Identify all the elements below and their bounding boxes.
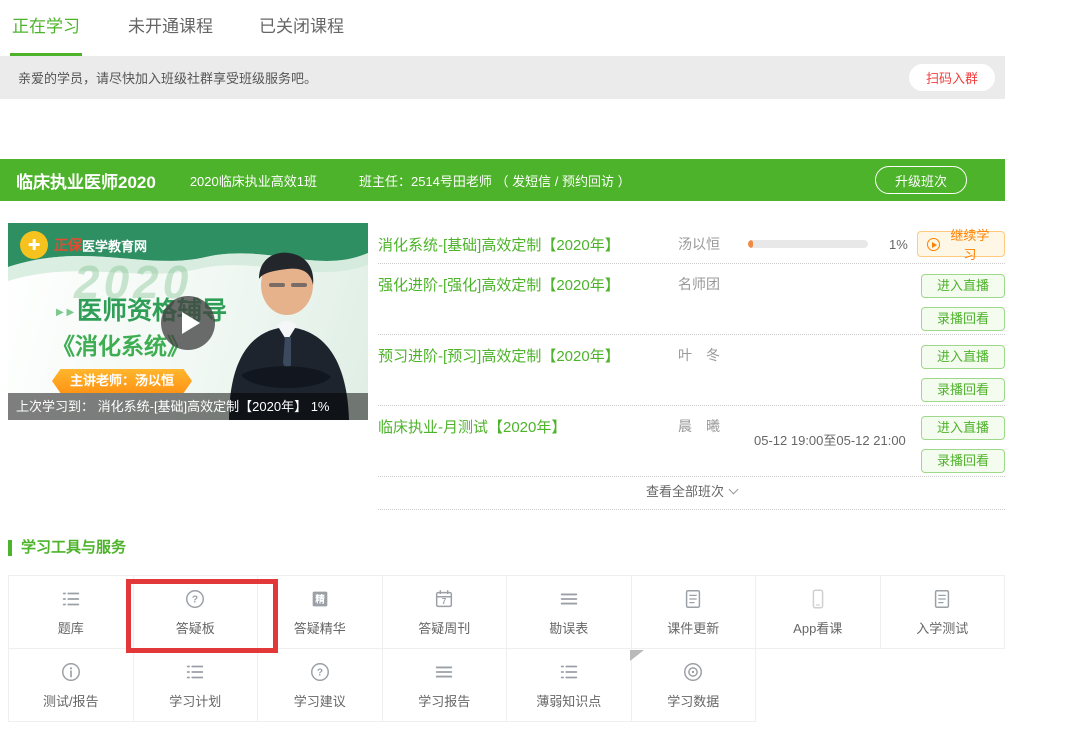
calendar-icon: 7 xyxy=(433,588,455,610)
tool-question-bank[interactable]: 题库 xyxy=(9,576,134,649)
tool-app-viewing[interactable]: App看课 xyxy=(756,576,881,649)
live-time-range: 05-12 19:00至05-12 21:00 xyxy=(748,430,906,449)
course-title-link[interactable]: 强化进阶-[强化]高效定制【2020年】 xyxy=(378,274,678,295)
teacher-ribbon-badge: 主讲老师：汤以恒 xyxy=(52,369,192,393)
course-row: 预习进阶-[预习]高效定制【2020年】 叶 冬 进入直播 录播回看 xyxy=(378,335,1005,405)
svg-text:7: 7 xyxy=(442,597,446,606)
tool-weak-points[interactable]: 薄弱知识点 xyxy=(507,649,632,722)
course-title-link[interactable]: 临床执业-月测试【2020年】 xyxy=(378,416,678,437)
last-watched-caption: 上次学习到： 消化系统-[基础]高效定制【2020年】 1% xyxy=(8,393,368,420)
upgrade-class-button[interactable]: 升级班次 xyxy=(875,166,967,194)
svg-text:?: ? xyxy=(192,594,198,605)
scan-qr-join-group-button[interactable]: 扫码入群 xyxy=(909,64,995,91)
course-row: 临床执业-月测试【2020年】 晨 曦 05-12 19:00至05-12 21… xyxy=(378,406,1005,476)
tool-qa-weekly[interactable]: 7 答疑周刊 xyxy=(383,576,508,649)
jing-badge-icon: 精 xyxy=(309,588,331,610)
progress-percent: 1% xyxy=(889,237,908,252)
course-title-link[interactable]: 预习进阶-[预习]高效定制【2020年】 xyxy=(378,345,678,366)
replay-button[interactable]: 录播回看 xyxy=(921,307,1005,331)
svg-text:?: ? xyxy=(317,667,323,678)
brand-name-part2: 医学教育网 xyxy=(82,236,147,255)
list-icon xyxy=(558,661,580,683)
enter-live-button[interactable]: 进入直播 xyxy=(921,416,1005,440)
brand-flower-icon xyxy=(20,231,48,259)
tool-errata[interactable]: 勘误表 xyxy=(507,576,632,649)
empty-cell xyxy=(881,649,1006,722)
tool-study-data[interactable]: 学习数据 xyxy=(632,649,757,722)
brand-name-part1: 正保 xyxy=(54,235,82,255)
svg-text:精: 精 xyxy=(315,593,325,605)
page: 正在学习 未开通课程 已关闭课程 亲爱的学员，请尽快加入班级社群享受班级服务吧。… xyxy=(0,0,1068,736)
play-button-icon[interactable] xyxy=(161,296,215,350)
progress-bar xyxy=(748,240,868,248)
continue-learning-button[interactable]: 继续学习 xyxy=(917,231,1005,257)
tab-learning[interactable]: 正在学习 xyxy=(10,12,82,56)
course-row: 强化进阶-[强化]高效定制【2020年】 名师团 进入直播 录播回看 xyxy=(378,264,1005,334)
main-content: 正保 医学教育网 2020 医师资格辅导 《消化系统》 主讲老师：汤以恒 上次学… xyxy=(8,223,1068,510)
course-row: 消化系统-[基础]高效定制【2020年】 汤以恒 1% 继续学习 xyxy=(378,223,1005,263)
question-icon: ? xyxy=(309,661,331,683)
class-title: 临床执业医师2020 xyxy=(16,168,156,193)
course-teacher: 叶 冬 xyxy=(678,345,748,365)
progress-fill xyxy=(748,240,753,248)
document-icon xyxy=(682,588,704,610)
lines-icon xyxy=(433,661,455,683)
tool-entrance-test[interactable]: 入学测试 xyxy=(881,576,1006,649)
question-icon: ? xyxy=(184,588,206,610)
chevron-down-icon xyxy=(729,485,739,495)
tab-closed[interactable]: 已关闭课程 xyxy=(259,12,344,56)
course-title-link[interactable]: 消化系统-[基础]高效定制【2020年】 xyxy=(378,234,678,255)
tool-qa-highlights[interactable]: 精 答疑精华 xyxy=(258,576,383,649)
enter-live-button[interactable]: 进入直播 xyxy=(921,274,1005,298)
corner-triangle-marker xyxy=(630,650,644,661)
course-list: 消化系统-[基础]高效定制【2020年】 汤以恒 1% 继续学习 强化进阶-[强… xyxy=(378,223,1005,510)
view-all-classes-link[interactable]: 查看全部班次 xyxy=(378,477,1005,509)
phone-icon xyxy=(807,588,829,610)
list-icon xyxy=(184,661,206,683)
info-icon xyxy=(60,661,82,683)
notice-bar: 亲爱的学员，请尽快加入班级社群享受班级服务吧。 扫码入群 xyxy=(0,56,1005,99)
notice-text: 亲爱的学员，请尽快加入班级社群享受班级服务吧。 xyxy=(18,68,909,87)
brand-logo-area: 正保 医学教育网 xyxy=(20,231,147,259)
tools-section-title: 学习工具与服务 xyxy=(8,540,1068,556)
tools-grid: 题库 ? 答疑板 精 答疑精华 7 答疑周刊 勘误表 课件更新 App看课 入学… xyxy=(8,575,1005,722)
tool-courseware-update[interactable]: 课件更新 xyxy=(632,576,757,649)
class-advisor[interactable]: 班主任：2514号田老师 （ 发短信 / 预约回访 ） xyxy=(359,171,875,190)
enter-live-button[interactable]: 进入直播 xyxy=(921,345,1005,369)
list-icon xyxy=(60,588,82,610)
video-thumbnail[interactable]: 正保 医学教育网 2020 医师资格辅导 《消化系统》 主讲老师：汤以恒 上次学… xyxy=(8,223,368,420)
row-divider xyxy=(378,509,1005,510)
empty-cell xyxy=(756,649,881,722)
replay-button[interactable]: 录播回看 xyxy=(921,449,1005,473)
course-tabs: 正在学习 未开通课程 已关闭课程 xyxy=(0,0,1068,56)
tool-qa-board[interactable]: ? 答疑板 xyxy=(134,576,259,649)
tool-study-report[interactable]: 学习报告 xyxy=(383,649,508,722)
class-header: 临床执业医师2020 2020临床执业高效1班 班主任：2514号田老师 （ 发… xyxy=(0,159,1005,201)
play-circle-icon xyxy=(927,238,940,251)
tool-study-advice[interactable]: ? 学习建议 xyxy=(258,649,383,722)
course-teacher: 名师团 xyxy=(678,274,748,294)
replay-button[interactable]: 录播回看 xyxy=(921,378,1005,402)
tab-not-opened[interactable]: 未开通课程 xyxy=(128,12,213,56)
course-teacher: 汤以恒 xyxy=(678,234,748,254)
tool-study-plan[interactable]: 学习计划 xyxy=(134,649,259,722)
target-icon xyxy=(682,661,704,683)
lines-icon xyxy=(558,588,580,610)
course-teacher: 晨 曦 xyxy=(678,416,748,436)
document-icon xyxy=(931,588,953,610)
tool-test-report[interactable]: 测试/报告 xyxy=(9,649,134,722)
class-name: 2020临床执业高效1班 xyxy=(190,171,317,190)
